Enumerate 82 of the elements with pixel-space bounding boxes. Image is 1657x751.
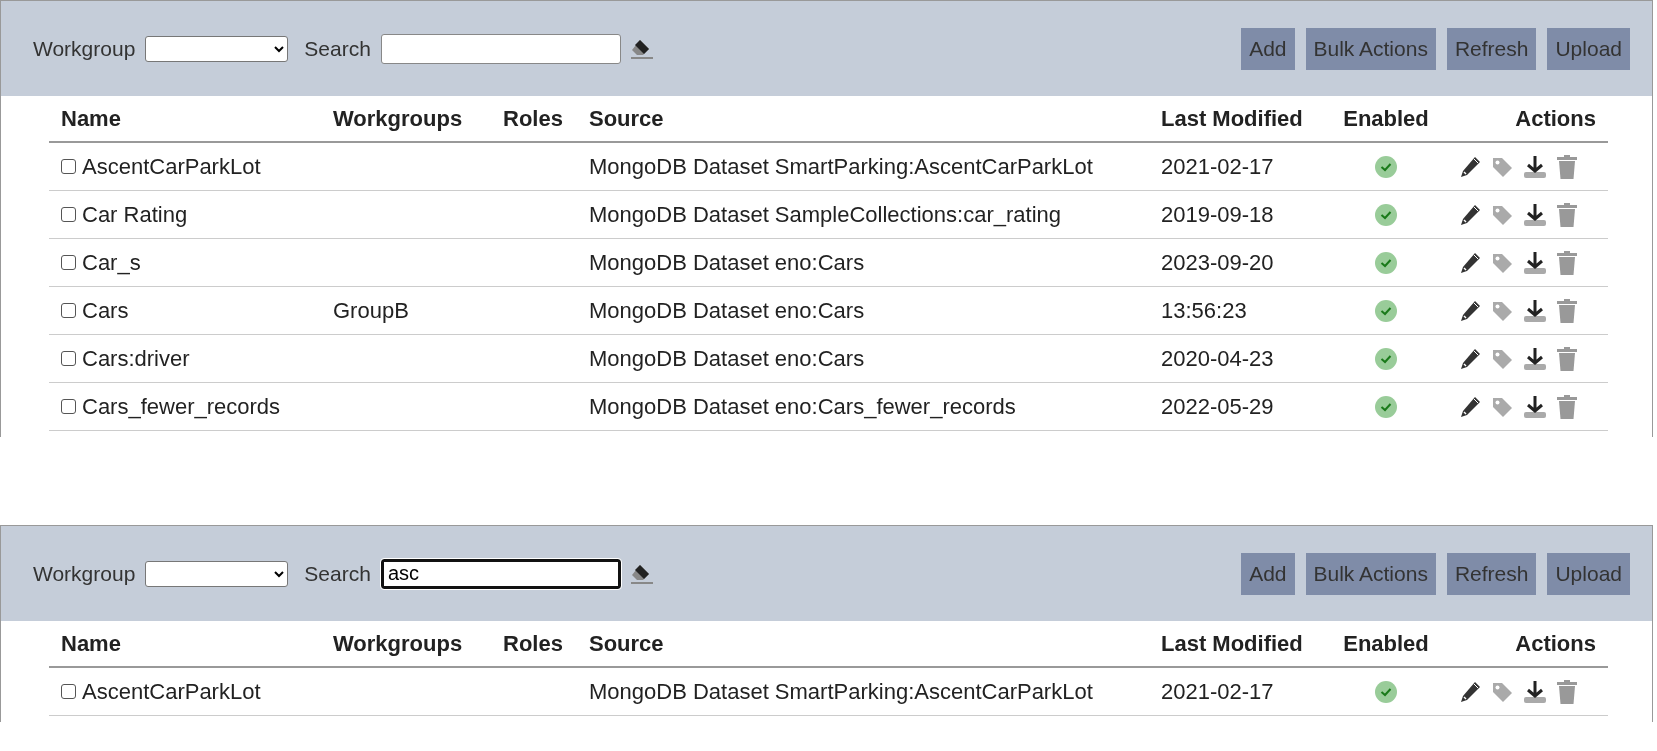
toolbar-button[interactable]: Upload bbox=[1547, 552, 1630, 595]
row-checkbox[interactable] bbox=[61, 159, 76, 174]
column-header: Workgroups bbox=[321, 96, 491, 142]
trash-icon[interactable] bbox=[1557, 250, 1577, 275]
workgroup-label: Workgroup bbox=[33, 36, 136, 61]
table-cell: MongoDB Dataset eno:Cars bbox=[589, 345, 865, 371]
table-cell: 13:56:23 bbox=[1161, 297, 1247, 323]
eraser-icon[interactable] bbox=[628, 562, 655, 585]
table-cell: MongoDB Dataset eno:Cars_fewer_records bbox=[589, 393, 1016, 419]
table-cell: GroupB bbox=[333, 297, 409, 323]
search-label: Search bbox=[304, 36, 371, 61]
table-cell: MongoDB Dataset SmartParking:AscentCarParkLot bbox=[589, 678, 1093, 704]
row-checkbox[interactable] bbox=[61, 303, 76, 318]
table-cell: MongoDB Dataset SmartParking:AscentCarParkLot bbox=[589, 153, 1093, 179]
dataset-name: AscentCarParkLot bbox=[82, 153, 261, 180]
download-icon[interactable] bbox=[1523, 298, 1547, 323]
table-cell: 2019-09-18 bbox=[1161, 201, 1274, 227]
column-header: Roles bbox=[491, 621, 577, 667]
pencil-icon[interactable] bbox=[1459, 298, 1481, 323]
trash-icon[interactable] bbox=[1557, 154, 1577, 179]
download-icon[interactable] bbox=[1523, 202, 1547, 227]
table-cell: MongoDB Dataset eno:Cars bbox=[589, 297, 865, 323]
download-icon[interactable] bbox=[1523, 346, 1547, 371]
column-header: Roles bbox=[491, 96, 577, 142]
table-cell: 2022-05-29 bbox=[1161, 393, 1274, 419]
table-cell: 2021-02-17 bbox=[1161, 678, 1274, 704]
table-cell: 2023-09-20 bbox=[1161, 249, 1274, 275]
download-icon[interactable] bbox=[1523, 394, 1547, 419]
column-header: Name bbox=[49, 96, 321, 142]
column-header: Last Modified bbox=[1149, 621, 1331, 667]
eraser-icon[interactable] bbox=[628, 37, 655, 60]
column-header: Source bbox=[577, 621, 1149, 667]
dataset-name: AscentCarParkLot bbox=[82, 678, 261, 705]
search-field[interactable]: asc bbox=[380, 558, 621, 589]
toolbar-button[interactable]: Refresh bbox=[1446, 552, 1537, 595]
row-checkbox[interactable] bbox=[61, 399, 76, 414]
column-header: Actions bbox=[1441, 96, 1608, 142]
toolbar-button[interactable]: Refresh bbox=[1446, 27, 1537, 70]
workgroup-dropdown[interactable] bbox=[145, 35, 289, 62]
row-checkbox[interactable] bbox=[61, 351, 76, 366]
workgroup-label: Workgroup bbox=[33, 561, 136, 586]
pencil-icon[interactable] bbox=[1459, 250, 1481, 275]
toolbar-button[interactable]: Add bbox=[1241, 552, 1295, 595]
column-header: Last Modified bbox=[1149, 96, 1331, 142]
toolbar-button[interactable]: Bulk Actions bbox=[1305, 552, 1436, 595]
trash-icon[interactable] bbox=[1557, 679, 1577, 704]
download-icon[interactable] bbox=[1523, 679, 1547, 704]
row-checkbox[interactable] bbox=[61, 255, 76, 270]
download-icon[interactable] bbox=[1523, 154, 1547, 179]
toolbar-button[interactable]: Add bbox=[1241, 27, 1295, 70]
table-cell: 2020-04-23 bbox=[1161, 345, 1274, 371]
pencil-icon[interactable] bbox=[1459, 679, 1481, 704]
column-header: Name bbox=[49, 621, 321, 667]
trash-icon[interactable] bbox=[1557, 202, 1577, 227]
toolbar-button[interactable]: Bulk Actions bbox=[1305, 27, 1436, 70]
column-header: Source bbox=[577, 96, 1149, 142]
search-label: Search bbox=[304, 561, 371, 586]
column-header: Enabled bbox=[1331, 621, 1441, 667]
table-cell: MongoDB Dataset SampleCollections:car_rating bbox=[589, 201, 1061, 227]
pencil-icon[interactable] bbox=[1459, 394, 1481, 419]
workgroup-dropdown[interactable] bbox=[145, 560, 289, 587]
row-checkbox[interactable] bbox=[61, 684, 76, 699]
column-header: Actions bbox=[1441, 621, 1608, 667]
trash-icon[interactable] bbox=[1557, 394, 1577, 419]
trash-icon[interactable] bbox=[1557, 346, 1577, 371]
dataset-name: Car_s bbox=[82, 249, 141, 276]
column-header: Workgroups bbox=[321, 621, 491, 667]
table-cell: MongoDB Dataset eno:Cars bbox=[589, 249, 865, 275]
table-cell: 2021-02-17 bbox=[1161, 153, 1274, 179]
trash-icon[interactable] bbox=[1557, 298, 1577, 323]
toolbar-button[interactable]: Upload bbox=[1547, 27, 1630, 70]
dataset-name: Cars:driver bbox=[82, 345, 190, 372]
row-checkbox[interactable] bbox=[61, 207, 76, 222]
column-header: Enabled bbox=[1331, 96, 1441, 142]
pencil-icon[interactable] bbox=[1459, 202, 1481, 227]
dataset-name: Cars_fewer_records bbox=[82, 393, 281, 420]
pencil-icon[interactable] bbox=[1459, 346, 1481, 371]
dataset-name: Cars bbox=[82, 297, 129, 324]
pencil-icon[interactable] bbox=[1459, 154, 1481, 179]
download-icon[interactable] bbox=[1523, 250, 1547, 275]
search-field[interactable] bbox=[380, 33, 621, 64]
dataset-name: Car Rating bbox=[82, 201, 188, 228]
